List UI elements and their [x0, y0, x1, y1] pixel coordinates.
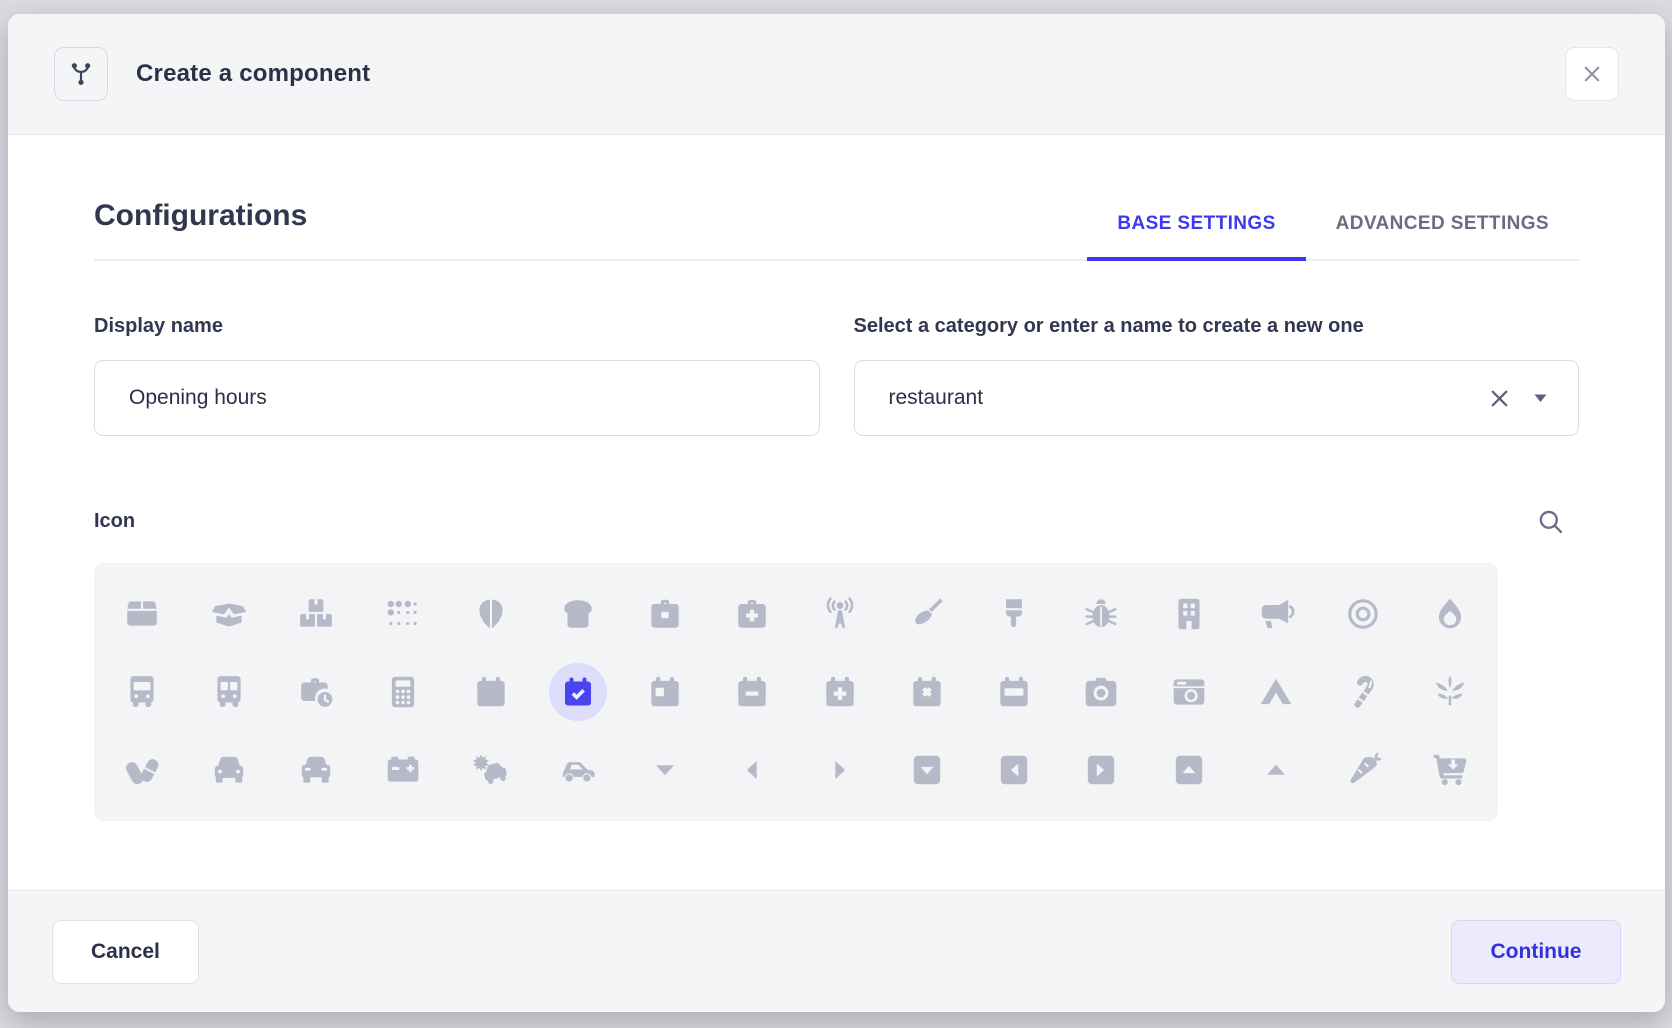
- category-field-group: Select a category or enter a name to cre…: [854, 315, 1580, 436]
- icon-box[interactable]: [98, 575, 185, 653]
- x-icon: [1580, 62, 1604, 86]
- icon-caret-down[interactable]: [622, 731, 709, 809]
- icon-carrot[interactable]: [1320, 731, 1407, 809]
- icon-boxes-stacked[interactable]: [273, 575, 360, 653]
- close-button[interactable]: [1565, 47, 1619, 101]
- display-name-input[interactable]: Opening hours: [94, 360, 820, 436]
- icon-business-time[interactable]: [273, 653, 360, 731]
- icon-caret-left[interactable]: [709, 731, 796, 809]
- icon-grid: [94, 563, 1498, 821]
- icon-candy-cane[interactable]: [1320, 653, 1407, 731]
- dialog-header: Create a component: [8, 14, 1665, 135]
- icon-bread-slice[interactable]: [534, 575, 621, 653]
- create-component-dialog: Create a component Configurations BASE S…: [8, 14, 1665, 1012]
- icon-bus[interactable]: [98, 653, 185, 731]
- icon-calendar-xmark[interactable]: [883, 653, 970, 731]
- icon-broom[interactable]: [883, 575, 970, 653]
- section-heading: Configurations: [94, 199, 307, 233]
- icon-picker-label: Icon: [94, 510, 135, 533]
- component-branch-icon: [54, 47, 108, 101]
- category-select-input[interactable]: restaurant: [854, 360, 1580, 436]
- icon-caret-right[interactable]: [796, 731, 883, 809]
- icon-calendar[interactable]: [447, 653, 534, 731]
- icon-campground[interactable]: [1232, 653, 1319, 731]
- icon-camera[interactable]: [1058, 653, 1145, 731]
- category-value: restaurant: [889, 386, 1489, 410]
- icon-caret-square-right[interactable]: [1058, 731, 1145, 809]
- icon-caret-up[interactable]: [1232, 731, 1319, 809]
- icon-bug[interactable]: [1058, 575, 1145, 653]
- clear-x-icon[interactable]: [1488, 387, 1511, 410]
- settings-tabs: BASE SETTINGS ADVANCED SETTINGS: [1087, 213, 1579, 259]
- icon-building[interactable]: [1145, 575, 1232, 653]
- icon-caret-square-up[interactable]: [1145, 731, 1232, 809]
- icon-caret-square-down[interactable]: [883, 731, 970, 809]
- icon-car-rear[interactable]: [273, 731, 360, 809]
- dialog-title: Create a component: [136, 60, 370, 88]
- icon-capsules[interactable]: [98, 731, 185, 809]
- icon-car-burst[interactable]: [447, 731, 534, 809]
- icon-car-battery[interactable]: [360, 731, 447, 809]
- icon-bullseye[interactable]: [1320, 575, 1407, 653]
- icon-bus-alt[interactable]: [185, 653, 272, 731]
- display-name-field-group: Display name Opening hours: [94, 315, 820, 436]
- icon-brush[interactable]: [971, 575, 1058, 653]
- icon-calendar-plus[interactable]: [796, 653, 883, 731]
- icon-car[interactable]: [185, 731, 272, 809]
- icon-camera-retro[interactable]: [1145, 653, 1232, 731]
- icon-picker-section: Icon: [94, 508, 1579, 821]
- icon-braille[interactable]: [360, 575, 447, 653]
- dialog-footer: Cancel Continue: [8, 890, 1665, 1012]
- icon-calendar-minus[interactable]: [709, 653, 796, 731]
- icon-cannabis[interactable]: [1407, 653, 1494, 731]
- icon-cart-arrow-down[interactable]: [1407, 731, 1494, 809]
- selected-icon-chip: [549, 663, 607, 721]
- display-name-value: Opening hours: [129, 386, 785, 410]
- icon-calendar-week[interactable]: [971, 653, 1058, 731]
- display-name-label: Display name: [94, 315, 820, 338]
- icon-calculator[interactable]: [360, 653, 447, 731]
- icon-car-side[interactable]: [534, 731, 621, 809]
- icon-briefcase-medical[interactable]: [709, 575, 796, 653]
- icon-calendar-day[interactable]: [622, 653, 709, 731]
- icon-bullhorn[interactable]: [1232, 575, 1319, 653]
- icon-box-open[interactable]: [185, 575, 272, 653]
- tab-base-settings[interactable]: BASE SETTINGS: [1087, 213, 1305, 261]
- caret-down-icon[interactable]: [1533, 392, 1548, 404]
- icon-calendar-check[interactable]: [534, 653, 621, 731]
- icon-burn[interactable]: [1407, 575, 1494, 653]
- category-input-icons: [1488, 387, 1548, 410]
- page-backdrop: Create a component Configurations BASE S…: [0, 0, 1672, 1028]
- cancel-button[interactable]: Cancel: [52, 920, 199, 984]
- form-fields-row: Display name Opening hours Select a cate…: [94, 315, 1579, 436]
- icon-caret-square-left[interactable]: [971, 731, 1058, 809]
- continue-button[interactable]: Continue: [1451, 920, 1621, 984]
- icon-briefcase[interactable]: [622, 575, 709, 653]
- icon-brain[interactable]: [447, 575, 534, 653]
- magnifier-icon[interactable]: [1537, 508, 1564, 535]
- heading-and-tabs-row: Configurations BASE SETTINGS ADVANCED SE…: [94, 199, 1579, 261]
- tab-advanced-settings[interactable]: ADVANCED SETTINGS: [1306, 213, 1579, 261]
- icon-tower-broadcast[interactable]: [796, 575, 883, 653]
- icon-picker-header: Icon: [94, 508, 1498, 535]
- dialog-body: Configurations BASE SETTINGS ADVANCED SE…: [8, 199, 1665, 821]
- category-label: Select a category or enter a name to cre…: [854, 315, 1580, 338]
